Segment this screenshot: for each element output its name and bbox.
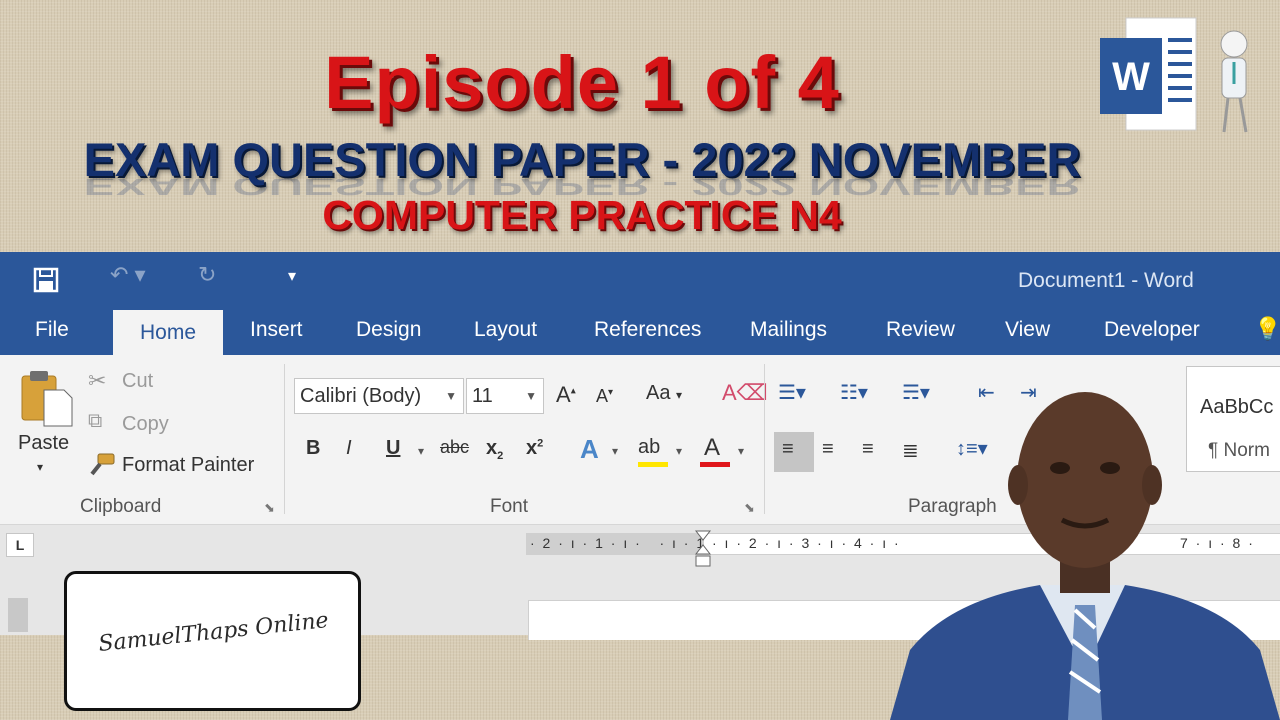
shrink-font-icon[interactable]: A▾	[596, 386, 613, 407]
cartoon-figure-icon	[1220, 30, 1248, 133]
redo-icon[interactable]: ↻	[198, 262, 216, 288]
tab-developer[interactable]: Developer	[1104, 318, 1200, 342]
vertical-ruler	[8, 598, 28, 632]
copy-button[interactable]: Copy	[122, 413, 169, 436]
tab-review[interactable]: Review	[886, 318, 955, 342]
font-launcher-icon[interactable]: ⬊	[744, 500, 755, 516]
format-painter-button[interactable]: Format Painter	[122, 454, 254, 477]
bold-button[interactable]: B	[306, 437, 320, 460]
font-color-bar	[700, 462, 730, 467]
format-painter-icon[interactable]	[88, 452, 116, 476]
word-logo-icon: W	[1100, 17, 1248, 133]
word-logo-letter: W	[1112, 55, 1150, 99]
align-left-button[interactable]	[774, 432, 814, 472]
save-icon[interactable]	[32, 266, 60, 294]
align-center-icon[interactable]: ≡	[822, 438, 834, 461]
group-separator	[764, 364, 765, 514]
underline-dropdown-icon[interactable]: ▾	[418, 444, 424, 458]
paste-icon[interactable]	[18, 368, 76, 428]
group-separator	[284, 364, 285, 514]
align-right-icon[interactable]: ≡	[862, 438, 874, 461]
grow-font-icon[interactable]: A▴	[556, 382, 576, 408]
presenter-photo	[890, 392, 1280, 720]
ruler-ticks: · 2 · ı · 1 · ı · · ı · 1 · ı · 2 · ı · …	[530, 535, 901, 551]
italic-button[interactable]: I	[346, 437, 352, 460]
tab-view[interactable]: View	[1005, 318, 1050, 342]
tab-selector[interactable]: L	[6, 533, 34, 557]
tab-home[interactable]: Home	[113, 310, 223, 355]
customize-qat-icon[interactable]: ▾	[288, 266, 296, 286]
undo-icon[interactable]: ↶ ▾	[110, 262, 146, 288]
chevron-down-icon: ▼	[445, 389, 457, 403]
clipboard-group-label: Clipboard	[80, 496, 162, 517]
chevron-down-icon: ▼	[525, 389, 537, 403]
tab-design[interactable]: Design	[356, 318, 421, 342]
highlight-color-bar	[638, 462, 668, 467]
numbering-icon[interactable]: ☷▾	[840, 380, 868, 405]
font-family-combo[interactable]: Calibri (Body) ▼	[294, 378, 464, 414]
text-effects-icon[interactable]: A	[580, 434, 599, 465]
course-title: COMPUTER PRACTICE N4	[322, 192, 842, 238]
tab-file[interactable]: File	[35, 318, 69, 342]
tell-me-lightbulb-icon[interactable]: 💡	[1254, 316, 1280, 342]
change-case-button[interactable]: Aa ▾	[646, 382, 682, 405]
clear-formatting-icon[interactable]: A⌫	[722, 380, 768, 406]
exam-title: EXAM QUESTION PAPER - 2022 NOVEMBER	[83, 133, 1081, 186]
indent-marker-icon[interactable]	[694, 530, 712, 568]
tab-insert[interactable]: Insert	[250, 318, 303, 342]
align-left-icon: ≡	[782, 438, 794, 460]
superscript-button[interactable]: x2	[526, 437, 543, 460]
clipboard-launcher-icon[interactable]: ⬊	[264, 500, 275, 516]
chevron-down-icon[interactable]: ▾	[612, 444, 618, 458]
document-title: Document1 - Word	[1018, 269, 1194, 292]
episode-title: Episode 1 of 4	[324, 41, 840, 124]
highlight-icon[interactable]: ab	[638, 436, 660, 459]
chevron-down-icon[interactable]: ▾	[676, 444, 682, 458]
font-size-combo[interactable]: 11 ▼	[466, 378, 544, 414]
cut-button[interactable]: Cut	[122, 370, 153, 393]
tab-mailings[interactable]: Mailings	[750, 318, 827, 342]
font-size-value: 11	[472, 385, 493, 407]
font-color-icon[interactable]: A	[704, 434, 720, 462]
chevron-down-icon[interactable]: ▾	[738, 444, 744, 458]
paste-dropdown-icon[interactable]: ▾	[37, 460, 43, 474]
cut-icon[interactable]: ✂	[88, 368, 106, 394]
subscript-button[interactable]: x2	[486, 437, 503, 462]
bullets-icon[interactable]: ☰▾	[778, 380, 806, 405]
font-group-label: Font	[490, 496, 529, 517]
strikethrough-button[interactable]: abc	[440, 437, 469, 458]
tab-layout[interactable]: Layout	[474, 318, 537, 342]
copy-icon[interactable]: ⧉	[88, 410, 102, 433]
font-family-value: Calibri (Body)	[300, 385, 422, 407]
paste-button[interactable]: Paste	[18, 432, 69, 455]
tab-references[interactable]: References	[594, 318, 701, 342]
underline-button[interactable]: U	[386, 437, 400, 460]
